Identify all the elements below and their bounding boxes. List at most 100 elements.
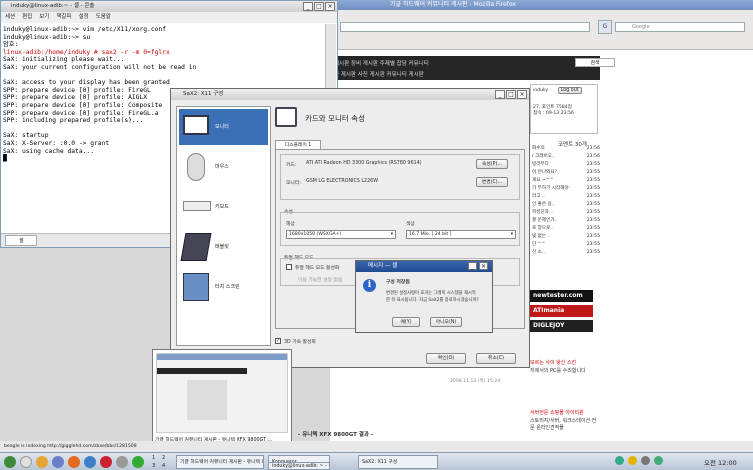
no-button[interactable]: 아니오(N) — [430, 317, 462, 327]
thunderbird-icon[interactable] — [84, 456, 96, 468]
side-item-keyboard[interactable]: 키보드 — [179, 189, 268, 225]
change-button[interactable]: 변경(C)... — [476, 177, 508, 187]
sidebar-item-time: 23:55 — [586, 170, 600, 175]
sidebar-list-item[interactable]: 피킹단과... 23:55 — [532, 209, 600, 217]
tab-display-1[interactable]: 디스플레이 1 — [275, 140, 321, 149]
show-desktop-icon[interactable] — [20, 456, 32, 468]
menu-item[interactable]: 편집 — [22, 14, 32, 20]
sidebar-item-text: 피킹단과... — [532, 210, 554, 215]
desk-1[interactable]: 1 — [152, 455, 155, 461]
minimize-button[interactable]: _ — [303, 2, 313, 11]
menu-item[interactable]: 책갈피 — [56, 14, 71, 20]
ok-button[interactable]: 확인(O) — [426, 353, 466, 364]
menu-item[interactable]: 세션 — [5, 14, 15, 20]
task-browser[interactable]: 기글 하드웨어 커뮤니티 게시판 - 유니텍 XFX 9800GT ... — [176, 455, 264, 469]
msg-minimize-button[interactable]: _ — [468, 262, 477, 270]
maximize-button[interactable]: □ — [314, 2, 324, 11]
3d-accel-label: 3D 가속 활성화 — [284, 340, 316, 345]
network-tray-icon[interactable] — [615, 456, 624, 465]
ad-banner-2[interactable]: ATImania — [530, 305, 593, 317]
ad-banner-1[interactable]: newtester.com — [530, 290, 593, 302]
close-button[interactable]: × — [325, 2, 335, 11]
terminal-tab[interactable]: 셸 — [5, 235, 37, 246]
tray-icon-4[interactable] — [654, 456, 663, 465]
properties-button[interactable]: 속성(P)... — [476, 159, 508, 169]
menu-item[interactable]: 보기 — [39, 14, 49, 20]
attributes-group — [280, 212, 520, 246]
sax2-maximize-button[interactable]: □ — [506, 90, 516, 99]
side-item-tablet[interactable]: 태블릿 — [179, 229, 268, 265]
side-item-touchscreen[interactable]: 터치 스크린 — [179, 269, 268, 305]
right-text-1[interactable]: 모르는 사이 왕신 스킨 — [530, 360, 576, 367]
sax2-minimize-button[interactable]: _ — [495, 90, 505, 99]
color-depth-select[interactable]: 16.7 Mio. [ 24 bit ] ▾ — [406, 230, 516, 239]
url-field[interactable] — [340, 22, 590, 32]
site-nav-row2[interactable]: 한 게시판 사진 게시판 커뮤니티 게시판 — [334, 70, 424, 78]
pager[interactable]: 1 2 3 4 — [150, 455, 170, 470]
task-sax2[interactable]: SaX2: X11 구성 — [358, 455, 438, 469]
desk-2[interactable]: 2 — [162, 455, 165, 461]
sidebar-item-time: 23:55 — [586, 162, 600, 167]
volume-tray-icon[interactable] — [641, 456, 650, 465]
resolution-select[interactable]: 1680x1050 (WSXGA+) ▾ — [286, 230, 396, 239]
mouse-icon — [187, 153, 205, 181]
right-text-3[interactable]: 서버전문 쇼핑몰 아이티윈 — [530, 410, 584, 417]
update-tray-icon[interactable] — [628, 456, 637, 465]
side-item-mouse[interactable]: 마우스 — [179, 149, 268, 185]
sidebar-list-item[interactable]: 인 좋은 용.. 23:55 — [532, 201, 600, 209]
app-icon[interactable] — [100, 456, 112, 468]
firefox-icon[interactable] — [68, 456, 80, 468]
sidebar-list-item[interactable]: 빛 없는 .. 23:55 — [532, 233, 600, 241]
site-search-button[interactable]: 검색 — [575, 58, 615, 67]
desk-3[interactable]: 3 — [152, 463, 155, 469]
3d-accel-checkbox[interactable]: ✓ — [275, 338, 281, 344]
site-nav-row1[interactable]: 게시판 장비 게시판 주제별 잡담 커뮤니티 — [334, 59, 429, 67]
side-item-label: 키보드 — [215, 204, 229, 210]
taskbar: 1 2 3 4 기글 하드웨어 커뮤니티 게시판 - 유니텍 XFX 9800G… — [0, 452, 753, 470]
sidebar-item-text: 게요 ~^^ — [532, 178, 554, 183]
touchscreen-icon — [183, 273, 209, 301]
logout-button[interactable]: Log out — [557, 87, 582, 94]
yes-button[interactable]: 예(Y) — [392, 317, 420, 327]
sidebar-list-item[interactable]: 어 안나와요? 23:55 — [532, 169, 600, 177]
dual-head-checkbox[interactable] — [286, 264, 292, 270]
color-depth-value: 16.7 Mio. [ 24 bit ] — [409, 232, 452, 237]
msg-close-button[interactable]: × — [479, 262, 488, 270]
clock[interactable]: 오전 12:00 — [704, 457, 737, 467]
sax2-close-button[interactable]: × — [517, 90, 527, 99]
search-input[interactable]: Google — [615, 22, 745, 32]
sidebar-list-item[interactable]: 게요 ~^^ 23:55 — [532, 177, 600, 185]
menu-item[interactable]: 설정 — [79, 14, 89, 20]
menu-item[interactable]: 도움말 — [96, 14, 111, 20]
message-heading: 구성 저장됨 — [386, 280, 410, 285]
task-thumbnail[interactable]: 기글 하드웨어 커뮤니티 게시판 - 유니텍 XFX 9800GT ... — [152, 349, 292, 447]
app-icon-2[interactable] — [116, 456, 128, 468]
desk-4[interactable]: 4 — [162, 463, 165, 469]
home-folder-icon[interactable] — [36, 456, 48, 468]
sidebar-list-item[interactable]: 단 ^^ 23:55 — [532, 241, 600, 249]
search-engine-icon[interactable]: G — [598, 20, 612, 34]
app-icon-3[interactable] — [132, 456, 144, 468]
side-item-monitor[interactable]: 모니터 — [179, 109, 268, 145]
sidebar-list-item[interactable]: 신 소... 23:55 — [532, 249, 600, 257]
sidebar-list-item[interactable]: 빙리무다 23:55 — [532, 161, 600, 169]
sidebar-list-item[interactable]: 화수의 23:56 — [532, 145, 600, 153]
start-menu-icon[interactable] — [4, 456, 16, 468]
sidebar-list-item[interactable]: 꿀 문제인가.. 23:55 — [532, 217, 600, 225]
cancel-button[interactable]: 취소(C) — [476, 353, 516, 364]
task-terminal[interactable]: induky@linux-adib: ~ - 셸 - 콘솔 — [268, 462, 330, 470]
terminal-line: SaX: access to your display has been gra… — [3, 79, 170, 87]
sidebar-list-item[interactable]: / 크레비오.. 23:56 — [532, 153, 600, 161]
sidebar-item-time: 23:55 — [586, 226, 600, 231]
konqueror-icon[interactable] — [52, 456, 64, 468]
sidebar-list-item[interactable]: 로 양으로.. 23:55 — [532, 225, 600, 233]
thumb-nav — [157, 368, 247, 374]
terminal-line: linux-adib:/home/induky # sax2 -r -m 0=f… — [3, 48, 170, 56]
sidebar-list-item[interactable]: 가 부하기 시작해야 23:55 — [532, 185, 600, 193]
sidebar-item-text: 신 소... — [532, 250, 547, 255]
sidebar-list-item[interactable]: 라고 .. 23:55 — [532, 193, 600, 201]
side-item-label: 태블릿 — [215, 244, 229, 250]
sidebar-item-text: 어 안나와요? — [532, 170, 558, 175]
ad-banner-3[interactable]: DIGLEJOY — [530, 320, 593, 332]
